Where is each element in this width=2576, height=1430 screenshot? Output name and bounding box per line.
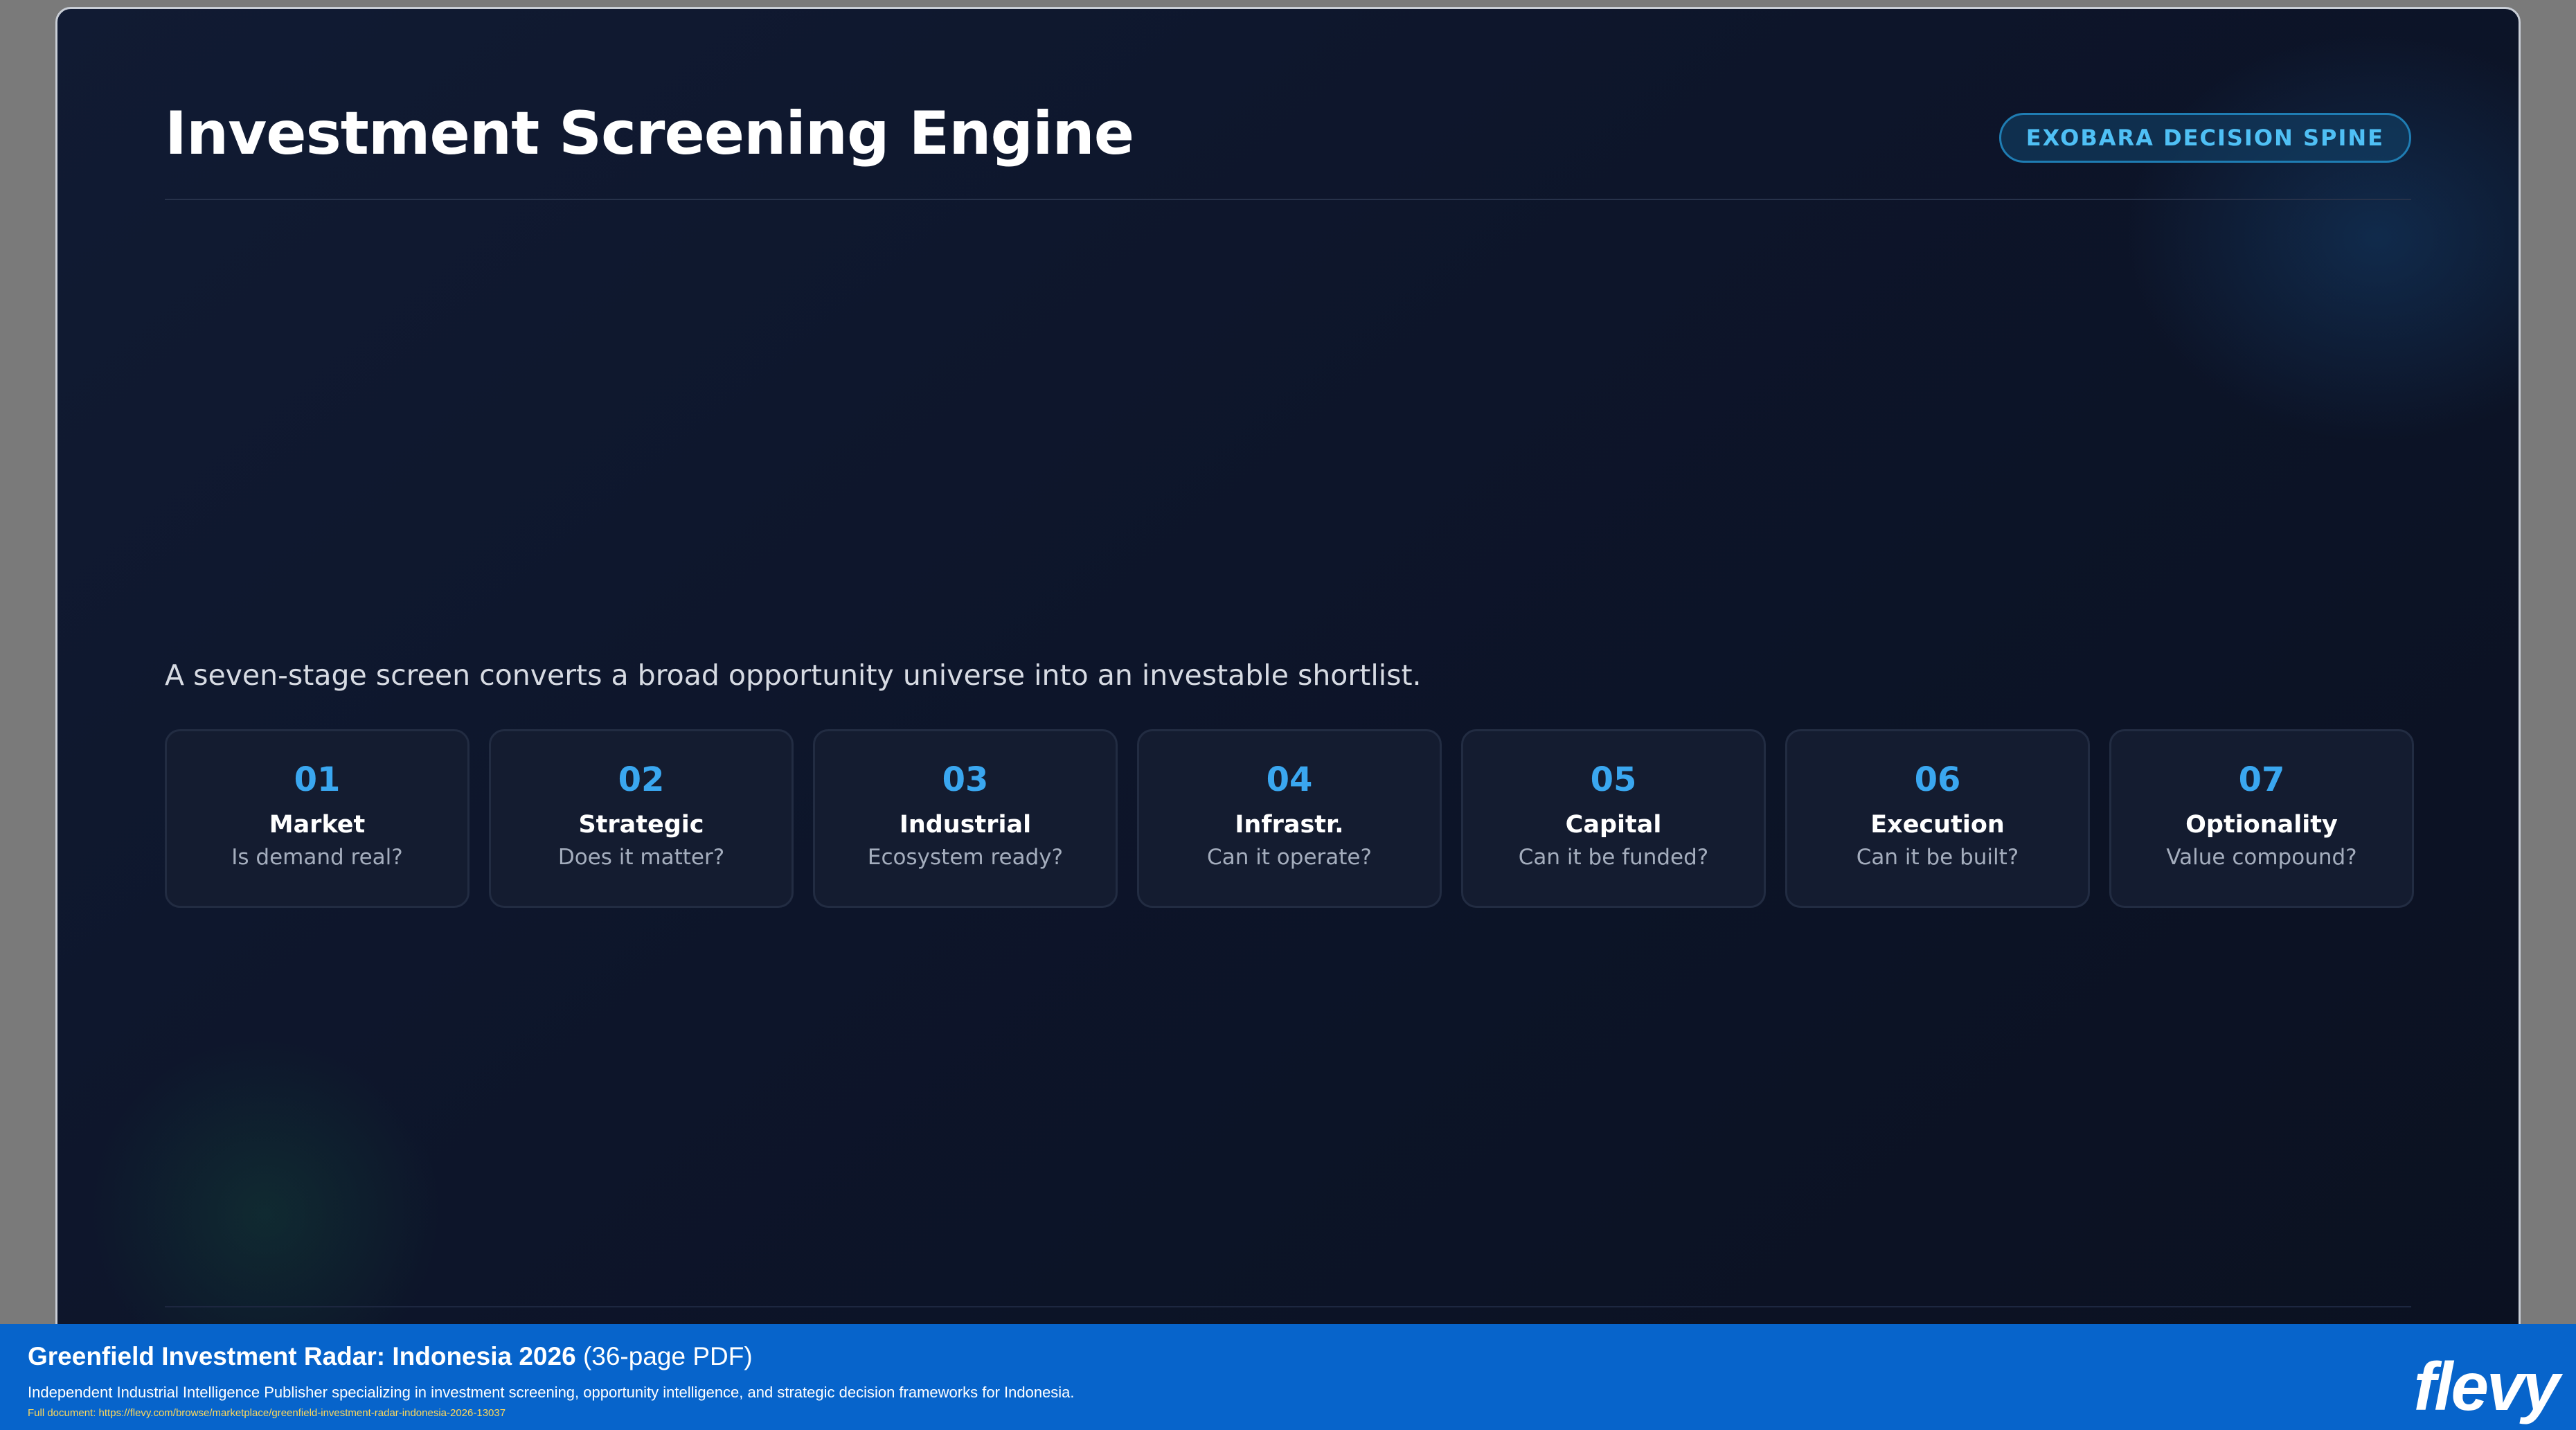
stage-question: Can it operate? — [1207, 845, 1372, 870]
stage-card-infrastructure: 04 Infrastr. Can it operate? — [1137, 729, 1442, 908]
stage-number: 04 — [1266, 760, 1313, 799]
document-title[interactable]: Greenfield Investment Radar: Indonesia 2… — [28, 1342, 753, 1371]
stage-number: 07 — [2238, 760, 2285, 799]
stage-name: Execution — [1870, 811, 2005, 839]
stage-row: 01 Market Is demand real? 02 Strategic D… — [165, 729, 2414, 908]
stage-card-execution: 06 Execution Can it be built? — [1785, 729, 2090, 908]
stage-question: Value compound? — [2166, 845, 2357, 870]
title-divider — [165, 199, 2411, 200]
stage-number: 06 — [1914, 760, 1961, 799]
document-name: Greenfield Investment Radar: Indonesia 2… — [28, 1342, 576, 1370]
stage-name: Industrial — [899, 811, 1032, 839]
stage-name: Optionality — [2185, 811, 2338, 839]
publisher-description: Independent Industrial Intelligence Publ… — [28, 1384, 1075, 1401]
slide-subtitle: A seven-stage screen converts a broad op… — [165, 659, 1422, 692]
stage-card-market: 01 Market Is demand real? — [165, 729, 469, 908]
slide: Investment Screening Engine EXOBARA DECI… — [55, 7, 2521, 1364]
stage-question: Does it matter? — [557, 845, 725, 870]
stage-card-optionality: 07 Optionality Value compound? — [2109, 729, 2414, 908]
stage-card-strategic: 02 Strategic Does it matter? — [489, 729, 794, 908]
stage-card-capital: 05 Capital Can it be funded? — [1461, 729, 1766, 908]
stage-number: 01 — [294, 760, 341, 799]
document-link[interactable]: Full document: https://flevy.com/browse/… — [28, 1407, 506, 1419]
stage-name: Strategic — [578, 811, 704, 839]
slide-title: Investment Screening Engine — [165, 99, 1134, 168]
decision-spine-badge: EXOBARA DECISION SPINE — [1998, 113, 2411, 163]
footer-divider — [165, 1306, 2411, 1307]
stage-card-industrial: 03 Industrial Ecosystem ready? — [813, 729, 1118, 908]
stage-number: 02 — [618, 760, 665, 799]
document-footer-banner: Greenfield Investment Radar: Indonesia 2… — [0, 1324, 2576, 1430]
stage-number: 03 — [942, 760, 989, 799]
stage-question: Can it be funded? — [1518, 845, 1709, 870]
stage-name: Market — [269, 811, 366, 839]
stage-question: Ecosystem ready? — [867, 845, 1064, 870]
stage-name: Infrastr. — [1235, 811, 1344, 839]
stage-name: Capital — [1565, 811, 1662, 839]
stage-question: Is demand real? — [231, 845, 403, 870]
flevy-logo[interactable]: flevy — [2414, 1352, 2560, 1421]
stage-number: 05 — [1590, 760, 1637, 799]
document-page-count: (36-page PDF) — [582, 1342, 753, 1370]
stage-question: Can it be built? — [1856, 845, 2019, 870]
